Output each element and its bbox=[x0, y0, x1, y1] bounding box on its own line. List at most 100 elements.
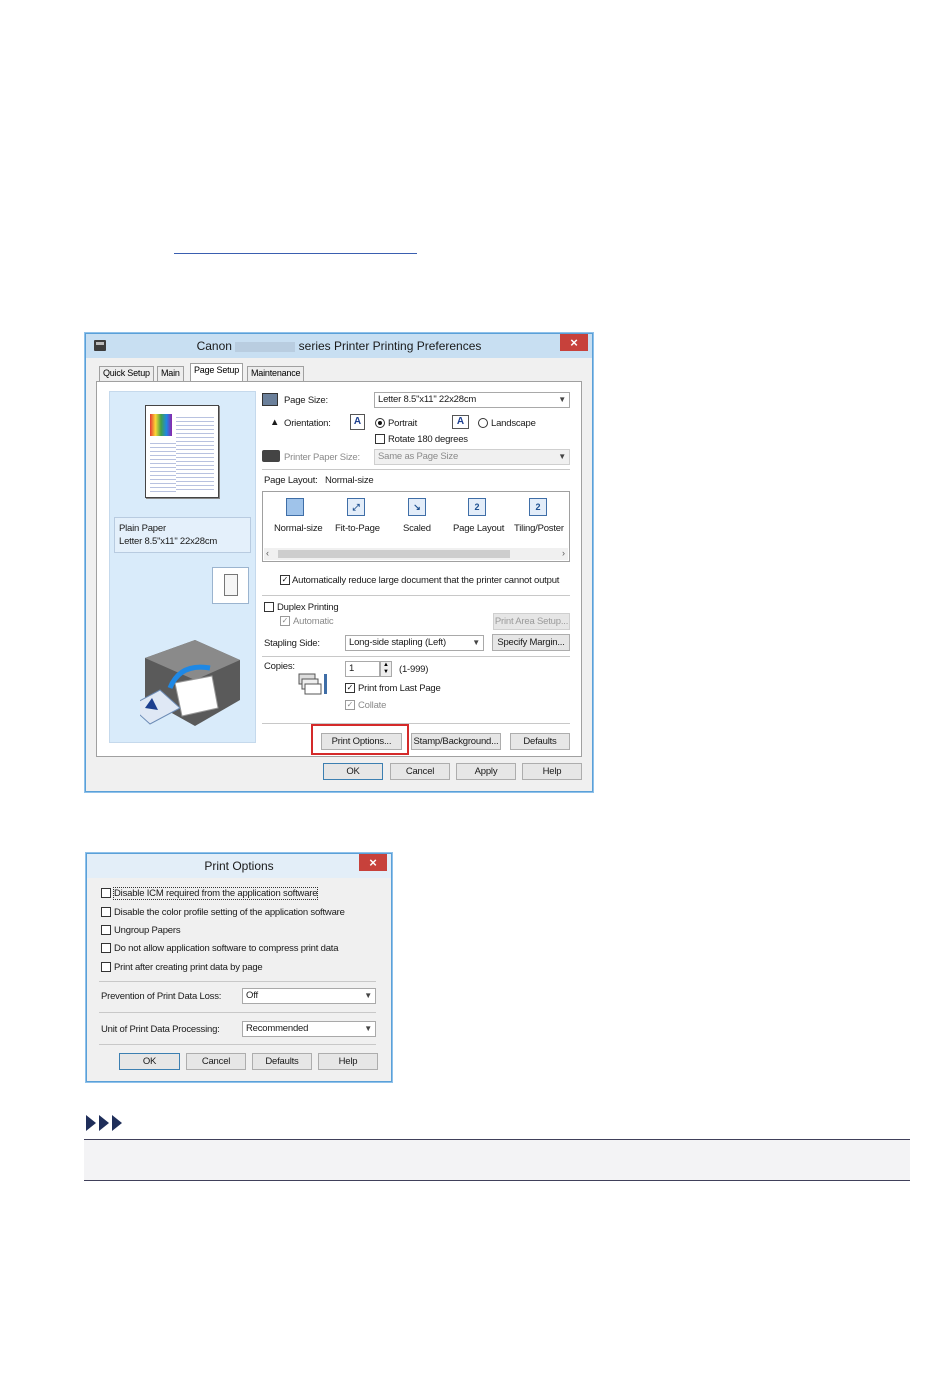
fit-to-page-icon[interactable]: ⤢ bbox=[347, 498, 365, 516]
copies-range: (1-999) bbox=[399, 664, 429, 675]
divider bbox=[262, 595, 570, 596]
layout-option-tiling-poster[interactable]: Tiling/Poster bbox=[514, 523, 564, 534]
close-button[interactable]: × bbox=[560, 334, 588, 351]
text-lines bbox=[176, 414, 214, 492]
tab-main[interactable]: Main bbox=[157, 366, 184, 381]
disable-icm-checkbox[interactable] bbox=[101, 888, 111, 898]
chevron-down-icon: ▼ bbox=[472, 638, 480, 647]
print-from-last-page-checkbox[interactable]: ✓ bbox=[345, 683, 355, 693]
page-layout-label: Page Layout: bbox=[264, 475, 318, 486]
layout-option-page-layout[interactable]: Page Layout bbox=[453, 523, 504, 534]
help-button[interactable]: Help bbox=[318, 1053, 378, 1070]
chevron-down-icon: ▼ bbox=[364, 1024, 372, 1033]
ungroup-papers-label[interactable]: Ungroup Papers bbox=[114, 925, 181, 936]
defaults-button[interactable]: Defaults bbox=[252, 1053, 312, 1070]
stapling-side-select[interactable]: Long-side stapling (Left) ▼ bbox=[345, 635, 484, 651]
ok-button[interactable]: OK bbox=[323, 763, 383, 780]
disable-color-profile-checkbox[interactable] bbox=[101, 907, 111, 917]
print-after-creating-label[interactable]: Print after creating print data by page bbox=[114, 962, 263, 973]
disable-icm-label[interactable]: Disable ICM required from the applicatio… bbox=[112, 887, 319, 900]
specify-margin-button[interactable]: Specify Margin... bbox=[492, 634, 570, 651]
portrait-radio[interactable] bbox=[375, 418, 385, 428]
tab-maintenance[interactable]: Maintenance bbox=[247, 366, 305, 381]
rotate-180-checkbox[interactable] bbox=[375, 434, 385, 444]
landscape-radio[interactable] bbox=[478, 418, 488, 428]
layout-option-scaled[interactable]: Scaled bbox=[403, 523, 431, 534]
stamp-background-button[interactable]: Stamp/Background... bbox=[411, 733, 501, 750]
layout-option-fit-to-page[interactable]: Fit-to-Page bbox=[335, 523, 380, 534]
no-compress-checkbox[interactable] bbox=[101, 943, 111, 953]
copies-label: Copies: bbox=[264, 661, 295, 672]
highlight-print-options bbox=[311, 724, 409, 755]
orientation-label: Orientation: bbox=[284, 418, 331, 429]
ungroup-papers-checkbox[interactable] bbox=[101, 925, 111, 935]
tiling-poster-icon[interactable]: 2 bbox=[529, 498, 547, 516]
auto-reduce-checkbox[interactable]: ✓ bbox=[280, 575, 290, 585]
scroll-right-icon[interactable]: › bbox=[562, 548, 565, 558]
page-size-label: Page Size: bbox=[284, 395, 328, 406]
printer-paper-size-select[interactable]: Same as Page Size ▼ bbox=[374, 449, 570, 465]
automatic-checkbox[interactable]: ✓ bbox=[280, 616, 290, 626]
cancel-button[interactable]: Cancel bbox=[390, 763, 450, 780]
chevron-down-icon: ▼ bbox=[364, 991, 372, 1000]
tab-page-setup[interactable]: Page Setup bbox=[190, 363, 244, 382]
note-box bbox=[84, 1139, 910, 1181]
note-icon bbox=[86, 1115, 132, 1131]
prevention-select[interactable]: Off ▼ bbox=[242, 988, 376, 1004]
printer-paper-size-label: Printer Paper Size: bbox=[284, 452, 360, 463]
close-button[interactable]: × bbox=[359, 854, 387, 871]
disable-color-profile-label[interactable]: Disable the color profile setting of the… bbox=[114, 907, 345, 918]
chevron-down-icon: ▼ bbox=[558, 452, 566, 461]
layout-option-normal-size[interactable]: Normal-size bbox=[274, 523, 323, 534]
duplex-printing-checkbox[interactable] bbox=[264, 602, 274, 612]
automatic-label[interactable]: Automatic bbox=[293, 616, 334, 627]
divider bbox=[99, 981, 376, 982]
rotate-180-label[interactable]: Rotate 180 degrees bbox=[388, 434, 468, 445]
scrollbar-thumb[interactable] bbox=[278, 550, 510, 558]
unit-select[interactable]: Recommended ▼ bbox=[242, 1021, 376, 1037]
divider bbox=[99, 1044, 376, 1045]
unit-label: Unit of Print Data Processing: bbox=[101, 1024, 220, 1035]
auto-reduce-label[interactable]: Automatically reduce large document that… bbox=[292, 575, 559, 586]
copies-icon bbox=[297, 672, 329, 696]
stapling-side-label: Stapling Side: bbox=[264, 638, 320, 649]
page-layout-icon[interactable]: 2 bbox=[468, 498, 486, 516]
apply-button[interactable]: Apply bbox=[456, 763, 516, 780]
defaults-button[interactable]: Defaults bbox=[510, 733, 570, 750]
paper-size-text: Letter 8.5"x11" 22x28cm bbox=[119, 536, 218, 547]
portrait-a-icon: A bbox=[350, 414, 365, 430]
landscape-label[interactable]: Landscape bbox=[491, 418, 536, 429]
scroll-left-icon[interactable]: ‹ bbox=[266, 548, 269, 558]
prevention-label: Prevention of Print Data Loss: bbox=[101, 991, 222, 1002]
print-after-creating-checkbox[interactable] bbox=[101, 962, 111, 972]
chevron-down-icon: ▼ bbox=[558, 395, 566, 404]
horizontal-scrollbar[interactable]: ‹ › bbox=[264, 548, 568, 560]
dialog-title: Canon series Printer Printing Preference… bbox=[196, 339, 482, 353]
model-name-redacted bbox=[235, 341, 296, 352]
scaled-icon[interactable]: ↘ bbox=[408, 498, 426, 516]
portrait-label[interactable]: Portrait bbox=[388, 418, 417, 429]
tab-quick-setup[interactable]: Quick Setup bbox=[99, 366, 154, 381]
copies-spinner[interactable]: ▲ ▼ bbox=[380, 661, 392, 677]
print-from-last-page-label[interactable]: Print from Last Page bbox=[358, 683, 441, 694]
printer-paper-icon bbox=[262, 450, 280, 462]
normal-size-icon[interactable] bbox=[286, 498, 304, 516]
hyperlink-underline[interactable] bbox=[174, 253, 417, 254]
text-lines bbox=[150, 440, 176, 492]
collate-label[interactable]: Collate bbox=[358, 700, 386, 711]
cancel-button[interactable]: Cancel bbox=[186, 1053, 246, 1070]
title-bar[interactable]: Canon series Printer Printing Preference… bbox=[86, 334, 592, 358]
help-button[interactable]: Help bbox=[522, 763, 582, 780]
title-bar[interactable]: Print Options × bbox=[87, 854, 391, 878]
ok-button[interactable]: OK bbox=[119, 1053, 180, 1070]
divider bbox=[262, 469, 570, 470]
duplex-printing-label[interactable]: Duplex Printing bbox=[277, 602, 339, 613]
no-compress-label[interactable]: Do not allow application software to com… bbox=[114, 943, 339, 954]
paper-orientation-icon bbox=[212, 567, 249, 604]
copies-input[interactable]: 1 bbox=[345, 661, 380, 677]
color-bar-image bbox=[150, 414, 172, 436]
collapse-marker: ▲ bbox=[270, 417, 280, 428]
print-area-setup-button[interactable]: Print Area Setup... bbox=[493, 613, 570, 630]
collate-checkbox[interactable]: ✓ bbox=[345, 700, 355, 710]
page-size-select[interactable]: Letter 8.5"x11" 22x28cm ▼ bbox=[374, 392, 570, 408]
